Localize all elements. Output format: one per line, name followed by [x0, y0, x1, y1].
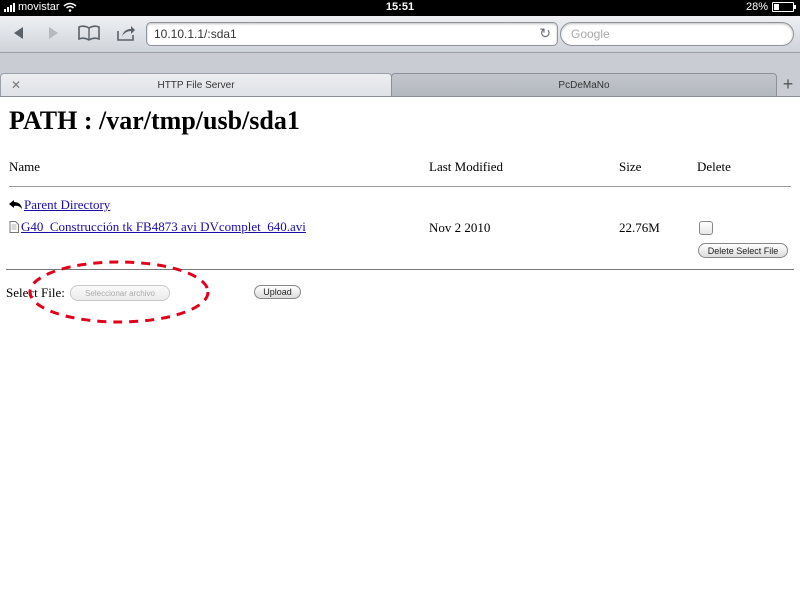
battery-icon [772, 2, 796, 12]
delete-select-file-button[interactable]: Delete Select File [698, 243, 788, 258]
column-header-delete: Delete [697, 159, 731, 174]
book-icon[interactable] [76, 22, 102, 44]
delete-checkbox[interactable] [699, 221, 713, 235]
page-title: PATH : /var/tmp/usb/sda1 [9, 106, 300, 135]
parent-directory-row: Parent Directory [9, 197, 110, 213]
page-content: PATH : /var/tmp/usb/sda1 Name Last Modif… [0, 97, 800, 600]
tab-http-file-server[interactable]: ✕ HTTP File Server [0, 73, 392, 96]
column-header-size: Size [619, 159, 642, 174]
address-bar[interactable]: 10.10.1.1/:sda1 ↻ [146, 22, 558, 46]
tab-label: PcDeMaNo [558, 79, 610, 91]
file-size: 22.76M [619, 220, 660, 235]
file-icon [9, 221, 19, 233]
table-row: G40_Construcción tk FB4873 avi DVcomplet… [9, 219, 306, 235]
file-link[interactable]: G40_Construcción tk FB4873 avi DVcomplet… [21, 219, 306, 235]
search-input[interactable]: Google [560, 22, 794, 46]
tab-pcdemano[interactable]: PcDeMaNo [391, 73, 777, 97]
column-header-name: Name [9, 159, 41, 174]
column-header-modified: Last Modified [429, 159, 504, 174]
upload-button[interactable]: Upload [254, 285, 301, 299]
back-arrow-icon[interactable] [8, 22, 30, 44]
clock: 15:51 [385, 1, 415, 13]
red-dashed-ellipse-annotation [28, 260, 210, 324]
reload-icon[interactable]: ↻ [539, 25, 551, 42]
tab-label: HTTP File Server [157, 79, 235, 91]
search-placeholder: Google [571, 27, 610, 41]
battery-percent: 28% [745, 1, 768, 13]
header-divider [9, 186, 791, 187]
back-arrow-folder-icon [9, 200, 22, 209]
status-bar: movistar 15:51 28% [0, 0, 800, 16]
parent-directory-link[interactable]: Parent Directory [24, 197, 110, 213]
new-tab-icon[interactable]: + [776, 73, 800, 95]
tab-strip: ✕ HTTP File Server PcDeMaNo + [0, 53, 800, 97]
close-tab-icon[interactable]: ✕ [11, 78, 21, 92]
battery-status: 28% [745, 1, 796, 13]
file-modified: Nov 2 2010 [429, 220, 491, 235]
forward-arrow-icon[interactable] [42, 22, 64, 44]
url-text: 10.10.1.1/:sda1 [154, 27, 237, 41]
share-icon[interactable] [114, 22, 138, 44]
